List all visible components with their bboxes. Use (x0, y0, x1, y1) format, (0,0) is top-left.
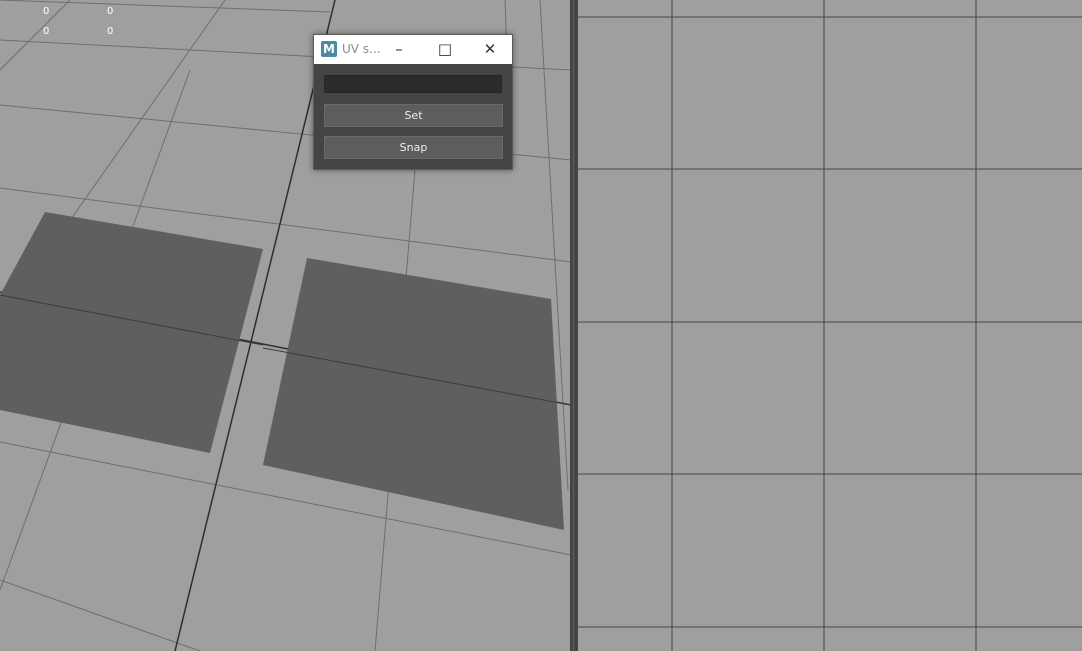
viewport-divider[interactable] (570, 0, 578, 651)
hud-value: 0 (43, 6, 50, 17)
window-body: Set Snap (314, 64, 512, 169)
window-titlebar[interactable]: M UV s... – □ ✕ (314, 35, 512, 64)
window-title: UV s... (342, 42, 381, 56)
maya-app-icon: M (321, 41, 337, 57)
plane-right (263, 258, 564, 530)
close-button[interactable]: ✕ (467, 35, 513, 64)
set-button[interactable]: Set (324, 104, 503, 127)
divider-line (573, 0, 574, 651)
orthographic-viewport[interactable] (578, 0, 1082, 651)
hud-counters: 0 0 0 0 (0, 0, 140, 45)
hud-value: 0 (107, 26, 114, 37)
maximize-button[interactable]: □ (422, 35, 468, 64)
maximize-icon: □ (437, 40, 453, 58)
close-icon: ✕ (483, 40, 497, 58)
minimize-icon: – (395, 40, 403, 58)
snap-button[interactable]: Snap (324, 136, 503, 159)
hud-value: 0 (107, 6, 114, 17)
uv-value-input[interactable] (324, 75, 502, 93)
ortho-grid (578, 0, 1082, 651)
uv-snap-window: M UV s... – □ ✕ Set Snap (313, 34, 513, 170)
minimize-button[interactable]: – (376, 35, 422, 64)
plane-left (0, 212, 263, 453)
hud-value: 0 (43, 26, 50, 37)
